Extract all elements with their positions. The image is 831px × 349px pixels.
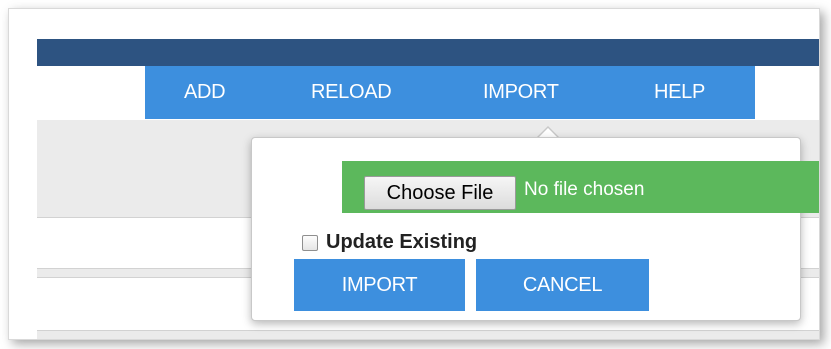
screenshot-frame: ADD RELOAD IMPORT HELP Choose File No fi… bbox=[8, 8, 820, 340]
choose-file-button[interactable]: Choose File bbox=[364, 176, 516, 210]
menu-add[interactable]: ADD bbox=[184, 81, 226, 104]
file-status-text: No file chosen bbox=[524, 179, 645, 200]
update-existing-label[interactable]: Update Existing bbox=[326, 231, 477, 254]
header-bar bbox=[37, 39, 819, 66]
menu-import[interactable]: IMPORT bbox=[483, 81, 559, 104]
action-menu-bar: ADD RELOAD IMPORT HELP bbox=[145, 66, 755, 119]
menu-help[interactable]: HELP bbox=[654, 81, 705, 104]
import-button[interactable]: IMPORT bbox=[294, 259, 465, 311]
menu-reload[interactable]: RELOAD bbox=[311, 81, 392, 104]
update-existing-checkbox[interactable] bbox=[302, 234, 318, 251]
cancel-button[interactable]: CANCEL bbox=[476, 259, 649, 311]
update-existing-row: Update Existing bbox=[302, 231, 477, 254]
